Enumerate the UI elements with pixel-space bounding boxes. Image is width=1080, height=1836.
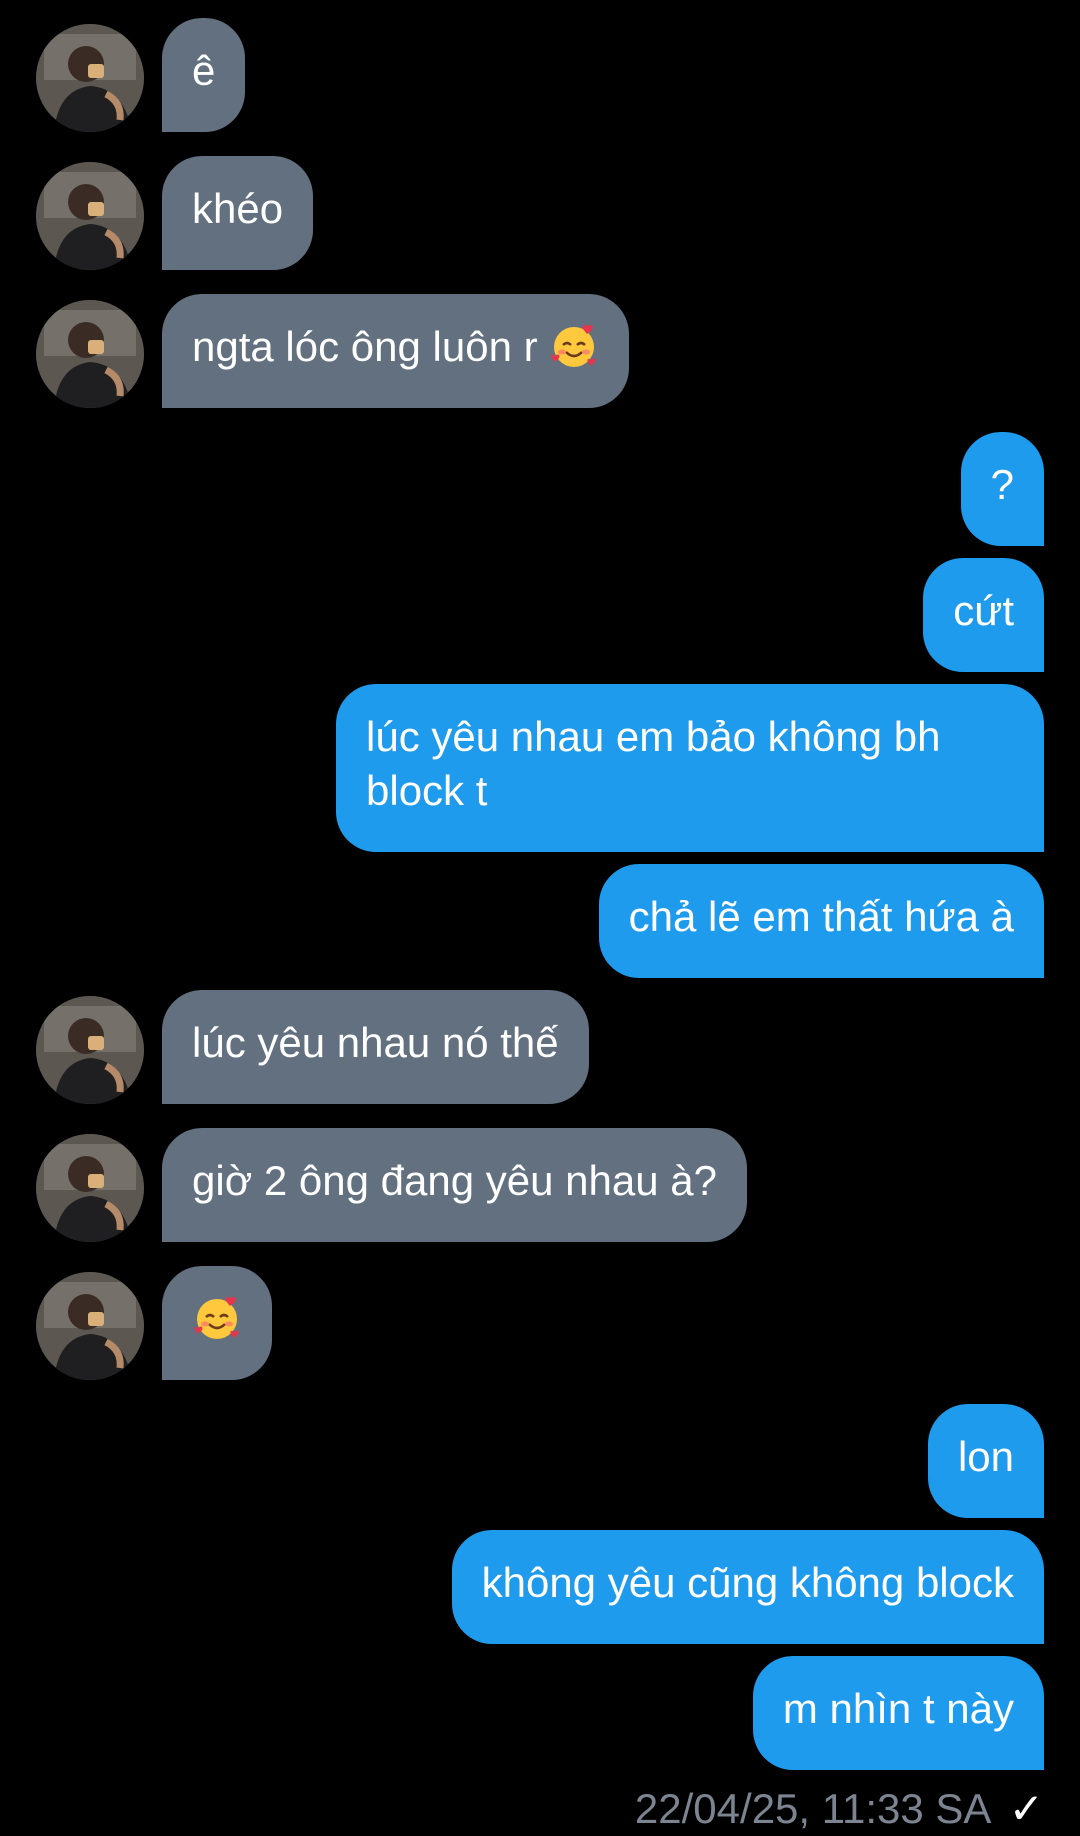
- message-text: m nhìn t này: [782, 1685, 1014, 1732]
- message-text: ngta lóc ông luôn r: [192, 323, 538, 370]
- message-bubble-outgoing[interactable]: m nhìn t này: [752, 1656, 1044, 1770]
- message-bubble-incoming[interactable]: ngta lóc ông luôn r: [162, 294, 630, 408]
- message-text: ê: [192, 47, 216, 94]
- sent-check-icon: ✓: [1008, 1785, 1044, 1832]
- message-text: không yêu cũng không block: [481, 1559, 1014, 1606]
- message-bubble-outgoing[interactable]: lúc yêu nhau em bảo không bh block t: [336, 684, 1044, 852]
- message-timestamp: 22/04/25, 11:33 SA ✓: [635, 1782, 1044, 1836]
- message-bubble-incoming[interactable]: khéo: [162, 156, 314, 270]
- avatar-photo-icon: [36, 996, 144, 1104]
- timestamp-text: 22/04/25, 11:33 SA: [634, 1785, 990, 1832]
- message-text: lon: [957, 1433, 1014, 1480]
- message-text: cứt: [953, 587, 1014, 634]
- avatar-photo-icon: [36, 1272, 144, 1380]
- contact-avatar[interactable]: [36, 162, 144, 270]
- message-bubble-outgoing[interactable]: không yêu cũng không block: [451, 1530, 1044, 1644]
- message-bubble-incoming[interactable]: giờ 2 ông đang yêu nhau à?: [162, 1128, 747, 1242]
- message-bubble-outgoing[interactable]: ?: [960, 432, 1044, 546]
- contact-avatar[interactable]: [36, 996, 144, 1104]
- avatar-photo-icon: [36, 162, 144, 270]
- message-bubble-incoming[interactable]: lúc yêu nhau nó thế: [162, 990, 589, 1104]
- chat-message-list[interactable]: ê khéo ngta lóc ông luôn r ? cứt lúc yêu…: [0, 0, 1080, 1836]
- message-text: lúc yêu nhau nó thế: [192, 1019, 559, 1066]
- contact-avatar[interactable]: [36, 1272, 144, 1380]
- avatar-photo-icon: [36, 24, 144, 132]
- message-text: lúc yêu nhau em bảo không bh block t: [366, 713, 941, 814]
- message-text: ?: [990, 461, 1014, 508]
- message-bubble-outgoing[interactable]: chả lẽ em thất hứa à: [598, 864, 1044, 978]
- smiling-face-with-hearts-icon: [192, 1293, 242, 1343]
- smiling-face-with-hearts-icon: [549, 321, 599, 371]
- message-text: giờ 2 ông đang yêu nhau à?: [192, 1157, 717, 1204]
- contact-avatar[interactable]: [36, 300, 144, 408]
- contact-avatar[interactable]: [36, 1134, 144, 1242]
- avatar-photo-icon: [36, 300, 144, 408]
- message-bubble-outgoing[interactable]: cứt: [923, 558, 1044, 672]
- avatar-photo-icon: [36, 1134, 144, 1242]
- message-text: chả lẽ em thất hứa à: [628, 893, 1014, 940]
- contact-avatar[interactable]: [36, 24, 144, 132]
- message-bubble-incoming[interactable]: ê: [162, 18, 246, 132]
- message-bubble-outgoing[interactable]: lon: [927, 1404, 1044, 1518]
- message-text: khéo: [192, 185, 284, 232]
- message-bubble-incoming[interactable]: [162, 1266, 272, 1380]
